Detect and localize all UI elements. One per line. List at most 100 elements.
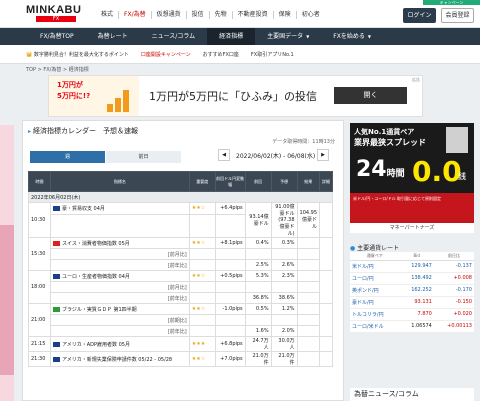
breadcrumb[interactable]: TOP > FX/為替 > 経済指標 [26,66,89,73]
tab-previous-day[interactable]: 前日 [106,151,181,163]
next-week-button[interactable]: ▶ [317,149,329,161]
ad-banner[interactable]: 1万円が 5万円に!? 1万円が5万円に「ひふみ」の投信 開く 広告 [48,75,423,117]
rate-row[interactable]: 豪ドル/円 93.131 -0.150 [350,296,474,309]
mainnav-country-data[interactable]: 主要国データ ▼ [255,28,321,45]
date-cell: 2022年06月02日(木) [28,191,333,203]
topnav-futures[interactable]: 先物 [210,11,233,19]
topnav-beginner[interactable]: 初心者 [297,11,325,19]
ad-sen: 銭 [458,172,466,181]
ad-open-button[interactable]: 開く [334,87,407,104]
topnav-crypto[interactable]: 仮想通貨 [152,11,187,19]
empty-cell [188,213,216,239]
mainnav-label: 主要国データ [267,33,304,40]
rate-change: +0.020 [433,308,474,321]
result-cell: 104.95億豪ドル [296,202,321,238]
indicator-name[interactable]: アメリカ・新規失業保険申請件数 05/22 - 05/28 [49,351,190,367]
topnav-fx[interactable]: FX/為替 [119,11,152,19]
mainnav-fx-top[interactable]: FX/為替TOP [28,28,86,45]
mainnav-news[interactable]: ニュース/コラム [140,28,208,45]
table-row[interactable]: 18:00 ユーロ・生産者物価指数 04月 ★★☆ +0.5pips 5.3% … [28,270,333,304]
date-range: 2022/06/02(木) - 06/08(水) [236,153,316,160]
change-cell: +7.0pips [214,351,246,367]
indicator-name[interactable]: 豪・貿易収支 04月 [49,202,190,215]
indicator-link[interactable]: 豪・貿易収支 04月 [62,206,105,212]
indicator-name[interactable]: アメリカ・ADP雇用者数 05月 [49,336,190,352]
date-row: 2022年06月02日(木) [28,191,333,203]
empty-cell [214,213,246,239]
prev-cell: 93.14億豪ドル [244,202,272,238]
news-section-title[interactable]: 為替ニュース/コラム [350,388,474,401]
mainnav-indicators[interactable]: 経済指標 [207,28,256,45]
mainnav-start-fx[interactable]: FXを始める ▼ [321,28,383,45]
note-cell [49,213,190,239]
rate-row[interactable]: トルコリラ/円 7.870 +0.020 [350,308,474,321]
prev-cell: 5.3% [244,270,272,282]
detail-cell[interactable] [319,351,333,367]
rate-row[interactable]: ユーロ/米ドル 1.06574 +0.00113 [350,320,474,333]
detail-cell[interactable] [319,270,333,304]
indicator-link[interactable]: ユーロ・生産者物価指数 04月 [62,274,130,280]
rate-pair[interactable]: ユーロ/円 [350,272,400,285]
ad-headline: 1万円が5万円に「ひふみ」の投信 [149,90,317,103]
col-detail: 詳細 [319,171,333,192]
rate-row[interactable]: 米ドル/円 129.947 -0.137 [350,260,474,273]
empty-cell [296,248,321,260]
spread-ad[interactable]: 人気No.1通貨ペア 業界最狭スプレッド 24時間 0.0 銭 米ドル/円・ユー… [350,123,474,233]
subnav-tip[interactable]: 👑 数字勝利見合！利益を最大化するポイント [26,51,129,58]
table-row[interactable]: 21:30 アメリカ・新規失業保険申請件数 05/22 - 05/28 ★★☆ … [28,351,333,367]
rate-change: -0.137 [433,260,474,273]
main-nav: FX/為替TOP 為替レート ニュース/コラム 経済指標 主要国データ ▼ FXを… [0,28,480,45]
note-cell: [前月比] [49,248,190,260]
empty-cell [296,259,321,271]
topnav-stocks[interactable]: 株式 [96,11,120,19]
forecast-cell: 38.6% [270,292,298,304]
topnav-funds[interactable]: 投信 [187,11,210,19]
tab-week[interactable]: 週 [30,151,105,163]
table-row[interactable]: 21:15 アメリカ・ADP雇用者数 05月 ★★★ +6.8pips 24.7… [28,336,333,352]
table-row[interactable]: 10:30 豪・貿易収支 04月 ★★☆ +6.4pips 93.14億豪ドル … [28,202,333,238]
chevron-down-icon: ▼ [367,34,371,39]
detail-cell[interactable] [319,303,333,337]
left-side-ad[interactable] [0,125,14,401]
empty-cell [214,325,246,337]
indicator-name[interactable]: ユーロ・生産者物価指数 04月 [49,270,190,282]
period-tabs: 週 前日 ◀ 2022/06/02(木) - 06/08(水) ▶ [28,149,333,165]
table-row[interactable]: 15:30 スイス・消費者物価指数 05月 ★★☆ +8.1pips 0.4% … [28,237,333,271]
empty-cell [188,325,216,337]
rate-pair[interactable]: 英ポンド/円 [350,284,400,297]
col-change: 前回ドル円変動幅 [214,171,246,192]
topnav-realestate[interactable]: 不動産投資 [233,11,274,19]
rate-pair[interactable]: トルコリラ/円 [350,308,400,321]
table-row[interactable]: 21:00 ブラジル・実質ＧＤＰ 第1四半期 ★★☆ -1.0pips 0.5%… [28,303,333,337]
subnav-campaign[interactable]: 口座開設キャンペーン [141,51,191,58]
rate-pair[interactable]: 豪ドル/円 [350,296,400,309]
detail-cell[interactable] [319,202,333,238]
campaign-strip[interactable]: キャンペーン [423,0,480,5]
detail-cell[interactable] [319,336,333,352]
empty-cell [296,314,321,326]
rate-pair[interactable]: 米ドル/円 [350,260,400,273]
indicator-name[interactable]: スイス・消費者物価指数 05月 [49,237,190,249]
prev-week-button[interactable]: ◀ [218,149,230,161]
indicator-link[interactable]: ブラジル・実質ＧＤＰ 第1四半期 [62,307,137,313]
forecast-cell: 91.00億豪ドル (97.38億豪ドル) [270,202,298,238]
topnav-insurance[interactable]: 保険 [274,11,297,19]
rate-pair[interactable]: ユーロ/米ドル [350,320,400,333]
indicator-link[interactable]: スイス・消費者物価指数 05月 [62,241,130,247]
table-row-sub: [前期比] [29,314,333,326]
mainnav-rates[interactable]: 為替レート [86,28,140,45]
indicator-link[interactable]: アメリカ・ADP雇用者数 05月 [62,342,130,348]
indicator-link[interactable]: アメリカ・新規失業保険申請件数 05/22 - 05/28 [62,357,172,363]
rate-row[interactable]: 英ポンド/円 162.252 -0.170 [350,284,474,297]
indicator-name[interactable]: ブラジル・実質ＧＤＰ 第1四半期 [49,303,190,315]
detail-cell[interactable] [319,237,333,271]
subnav-app[interactable]: FX取引アプリNo.1 [251,51,294,58]
importance-stars: ★★☆ [188,237,216,249]
flag-icon [52,240,60,246]
site-logo[interactable]: MINKABU FX [26,4,86,22]
login-button[interactable]: ログイン [403,8,436,23]
subnav-recommend[interactable]: おすすめFX口座 [203,51,239,58]
register-button[interactable]: 会員登録 [441,8,474,23]
rate-row[interactable]: ユーロ/円 138.492 +0.008 [350,272,474,285]
forecast-cell: 2.3% [270,270,298,282]
